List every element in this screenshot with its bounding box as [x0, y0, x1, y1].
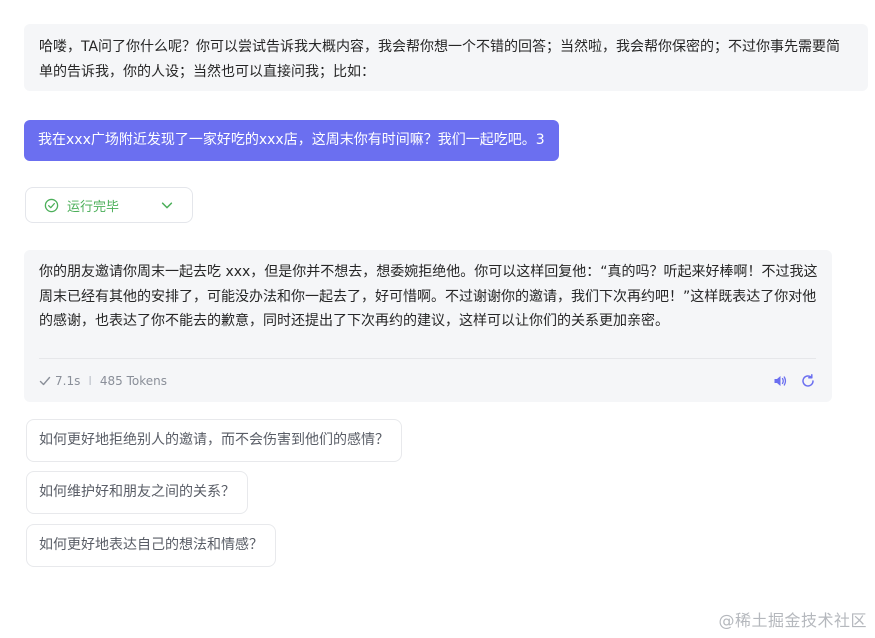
refresh-icon[interactable] [800, 373, 816, 389]
chevron-down-icon[interactable] [160, 198, 174, 212]
suggestion-button[interactable]: 如何维护好和朋友之间的关系？ [26, 471, 248, 514]
suggestion-button[interactable]: 如何更好地拒绝别人的邀请，而不会伤害到他们的感情？ [26, 419, 402, 462]
user-message-text: 我在xxx广场附近发现了一家好吃的xxx店，这周末你有时间嘛？我们一起吃吧。3 [38, 132, 545, 148]
answer-text: 你的朋友邀请你周末一起去吃 xxx，但是你并不想去，想委婉拒绝他。你可以这样回复… [39, 264, 818, 329]
assistant-intro-message: 哈喽，TA问了你什么呢？你可以尝试告诉我大概内容，我会帮你想一个不错的回答；当然… [24, 24, 868, 91]
check-icon [39, 375, 51, 387]
answer-token-count: 485 Tokens [99, 374, 168, 388]
assistant-answer-message: 你的朋友邀请你周末一起去吃 xxx，但是你并不想去，想委婉拒绝他。你可以这样回复… [24, 250, 832, 402]
answer-duration: 7.1s [55, 374, 81, 388]
suggestion-button[interactable]: 如何更好地表达自己的想法和情感？ [26, 524, 276, 567]
assistant-intro-text: 哈喽，TA问了你什么呢？你可以尝试告诉我大概内容，我会帮你想一个不错的回答；当然… [39, 39, 841, 80]
check-circle-icon [44, 198, 59, 213]
suggestion-text: 如何更好地拒绝别人的邀请，而不会伤害到他们的感情？ [39, 432, 389, 448]
suggestion-text: 如何更好地表达自己的想法和情感？ [39, 537, 263, 553]
watermark: @稀土掘金技术社区 [718, 611, 867, 630]
answer-divider [39, 358, 816, 359]
user-message: 我在xxx广场附近发现了一家好吃的xxx店，这周末你有时间嘛？我们一起吃吧。3 [24, 120, 559, 161]
meta-separator: I [88, 374, 92, 388]
answer-actions [772, 373, 816, 389]
run-status-toggle[interactable]: 运行完毕 [25, 187, 193, 223]
answer-meta: 7.1s I 485 Tokens [39, 368, 167, 394]
suggestion-text: 如何维护好和朋友之间的关系？ [39, 484, 235, 500]
speaker-icon[interactable] [772, 373, 788, 389]
run-status-label: 运行完毕 [67, 199, 120, 215]
